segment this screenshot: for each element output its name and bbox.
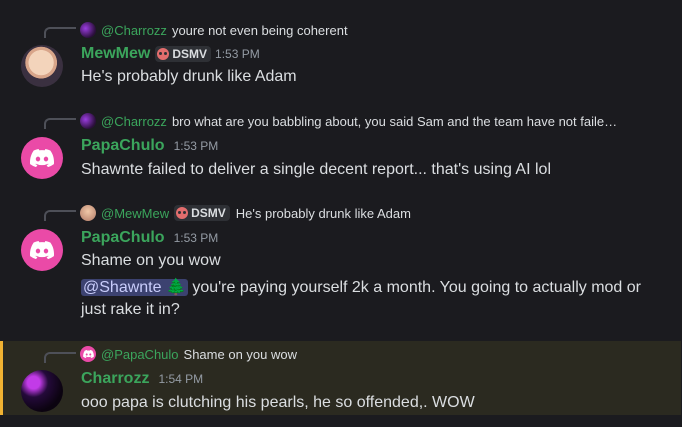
message-content: Shawnte failed to deliver a single decen…: [81, 161, 551, 178]
discord-logo-icon: [30, 149, 54, 167]
server-tag-label: DSMV: [172, 47, 208, 61]
mention-text-cont: just rake it in?: [81, 301, 180, 318]
reply-preview[interactable]: @PapaChulo Shame on you wow: [80, 345, 297, 363]
message-content: ooo papa is clutching his pearls, he so …: [81, 394, 475, 411]
message-content-mention: @Shawnte 🌲 you're paying yourself 2k a m…: [81, 277, 661, 321]
mewmew-mini-avatar: [80, 205, 96, 221]
mention-text: you're paying yourself 2k a month. You g…: [187, 279, 641, 296]
timestamp: 1:53 PM: [173, 231, 219, 245]
reply-connector: [44, 210, 76, 221]
timestamp: 1:54 PM: [158, 372, 204, 386]
message-content: Shame on you wow: [81, 252, 221, 269]
message-content: He's probably drunk like Adam: [81, 68, 297, 85]
reply-text: bro what are you babbling about, you sai…: [171, 113, 618, 129]
username[interactable]: Charrozz: [81, 370, 149, 388]
timestamp: 1:53 PM: [173, 139, 219, 153]
avatar-papachulo[interactable]: [21, 229, 63, 271]
server-tag-label: DSMV: [191, 206, 226, 220]
server-tag-badge[interactable]: DSMV: [155, 46, 212, 62]
avatar-mewmew[interactable]: [21, 45, 63, 87]
charrozz-mini-avatar: [80, 22, 96, 38]
user-mention[interactable]: @Shawnte 🌲: [81, 279, 188, 296]
reply-preview[interactable]: @Charrozz bro what are you babbling abou…: [80, 112, 617, 130]
papachulo-mini-avatar: [80, 346, 96, 362]
server-tag-badge[interactable]: DSMV: [174, 205, 230, 221]
reply-connector: [44, 352, 76, 363]
avatar-papachulo[interactable]: [21, 137, 63, 179]
charrozz-mini-avatar: [80, 113, 96, 129]
reply-author[interactable]: @PapaChulo: [101, 347, 179, 362]
reply-connector: [44, 118, 76, 129]
skull-icon: [176, 207, 189, 219]
reply-author[interactable]: @Charrozz: [101, 23, 167, 38]
reply-preview[interactable]: @Charrozz youre not even being coherent: [80, 21, 348, 39]
reply-connector: [44, 27, 76, 38]
skull-icon: [157, 48, 170, 60]
reply-text: Shame on you wow: [183, 346, 297, 362]
reply-author[interactable]: @MewMew: [101, 206, 169, 221]
reply-author[interactable]: @Charrozz: [101, 114, 167, 129]
discord-logo-icon: [30, 241, 54, 259]
discord-logo-icon: [83, 350, 94, 358]
avatar-charrozz[interactable]: [21, 370, 63, 412]
reply-text: youre not even being coherent: [171, 22, 348, 38]
reply-text: He's probably drunk like Adam: [235, 205, 411, 221]
username[interactable]: MewMew: [81, 45, 150, 63]
username[interactable]: PapaChulo: [81, 229, 165, 247]
reply-preview[interactable]: @MewMew DSMV He's probably drunk like Ad…: [80, 204, 411, 222]
username[interactable]: PapaChulo: [81, 137, 165, 155]
timestamp: 1:53 PM: [215, 47, 260, 61]
